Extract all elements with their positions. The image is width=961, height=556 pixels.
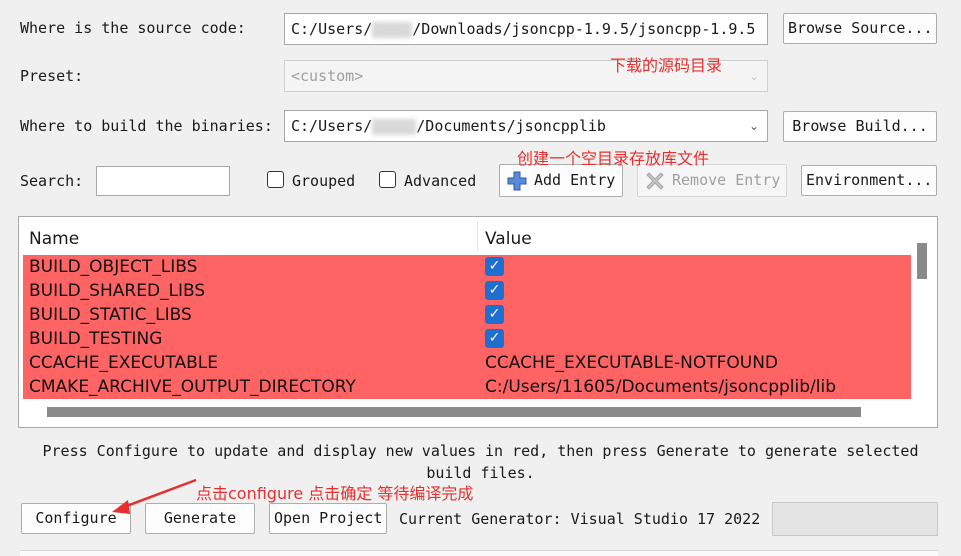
grouped-label: Grouped [292, 172, 356, 190]
cell-name: BUILD_TESTING [29, 329, 163, 349]
cross-icon [646, 171, 664, 190]
column-header-name[interactable]: Name [23, 221, 79, 257]
build-path-select[interactable]: C:/Users/ /Documents/jsoncpplib ⌄ [284, 110, 768, 142]
vertical-scrollbar[interactable] [917, 243, 927, 279]
build-path-suffix: /Documents/jsoncpplib [416, 117, 606, 135]
column-divider [477, 221, 478, 251]
cell-name: BUILD_SHARED_LIBS [29, 281, 206, 301]
preset-label: Preset: [20, 67, 84, 85]
cache-table[interactable]: Name Value BUILD_OBJECT_LIBS ✓ BUILD_SHA… [18, 216, 938, 428]
remove-entry-label: Remove Entry [672, 171, 781, 189]
table-row[interactable]: BUILD_SHARED_LIBS ✓ [23, 279, 911, 303]
redacted-username [372, 21, 413, 38]
table-row[interactable]: CMAKE_ARCHIVE_OUTPUT_DIRECTORY C:/Users/… [23, 375, 911, 399]
plus-icon [507, 171, 527, 190]
horizontal-scrollbar[interactable] [47, 407, 861, 417]
table-header: Name Value [23, 221, 911, 256]
table-row[interactable]: BUILD_STATIC_LIBS ✓ [23, 303, 911, 327]
advanced-label: Advanced [404, 172, 477, 190]
advanced-checkbox[interactable] [379, 171, 396, 188]
output-panel-edge [20, 550, 938, 556]
checked-checkbox-icon[interactable]: ✓ [485, 281, 504, 300]
column-header-value[interactable]: Value [479, 221, 532, 257]
browse-build-button[interactable]: Browse Build... [783, 111, 937, 142]
search-input[interactable] [96, 166, 230, 196]
cell-name: CMAKE_ARCHIVE_OUTPUT_DIRECTORY [29, 377, 356, 397]
build-path-prefix: C:/Users/ [291, 117, 373, 135]
checked-checkbox-icon[interactable]: ✓ [485, 305, 504, 324]
checked-checkbox-icon[interactable]: ✓ [485, 257, 504, 276]
cell-name: BUILD_OBJECT_LIBS [29, 257, 198, 277]
redacted-username [372, 118, 417, 135]
chevron-down-icon[interactable]: ⌄ [749, 111, 759, 141]
add-entry-label: Add Entry [534, 171, 616, 189]
source-path-input[interactable]: C:/Users/ /Downloads/jsoncpp-1.9.5/jsoncp… [284, 13, 768, 45]
annotation-build: 创建一个空目录存放库文件 [517, 149, 710, 168]
annotation-configure: 点击configure 点击确定 等待编译完成 [196, 484, 474, 503]
browse-source-button[interactable]: Browse Source... [783, 13, 937, 44]
source-path-prefix: C:/Users/ [291, 20, 373, 38]
cell-name: CCACHE_EXECUTABLE [29, 353, 218, 373]
table-row[interactable]: BUILD_OBJECT_LIBS ✓ [23, 255, 911, 279]
chevron-down-icon: ⌄ [748, 69, 759, 83]
table-row[interactable]: BUILD_TESTING ✓ [23, 327, 911, 351]
cell-value[interactable]: CCACHE_EXECUTABLE-NOTFOUND [485, 351, 778, 375]
source-label: Where is the source code: [20, 19, 246, 37]
annotation-arrow-icon [112, 478, 197, 514]
open-project-button[interactable]: Open Project [269, 503, 387, 534]
help-text-line1: Press Configure to update and display ne… [42, 442, 919, 460]
build-label: Where to build the binaries: [20, 117, 273, 135]
table-row[interactable]: CCACHE_EXECUTABLE CCACHE_EXECUTABLE-NOTF… [23, 351, 911, 375]
current-generator-label: Current Generator: Visual Studio 17 2022 [399, 510, 761, 528]
annotation-source: 下载的源码目录 [610, 56, 723, 75]
source-path-suffix: /Downloads/jsoncpp-1.9.5/jsoncpp-1.9.5 [412, 20, 756, 38]
search-label: Search: [20, 172, 84, 190]
progress-bar [772, 502, 938, 536]
preset-value: <custom> [291, 67, 364, 85]
checked-checkbox-icon[interactable]: ✓ [485, 329, 504, 348]
grouped-checkbox[interactable] [267, 171, 284, 188]
cell-value[interactable]: C:/Users/11605/Documents/jsoncpplib/lib [485, 375, 836, 399]
cell-name: BUILD_STATIC_LIBS [29, 305, 192, 325]
environment-button[interactable]: Environment... [801, 165, 937, 196]
